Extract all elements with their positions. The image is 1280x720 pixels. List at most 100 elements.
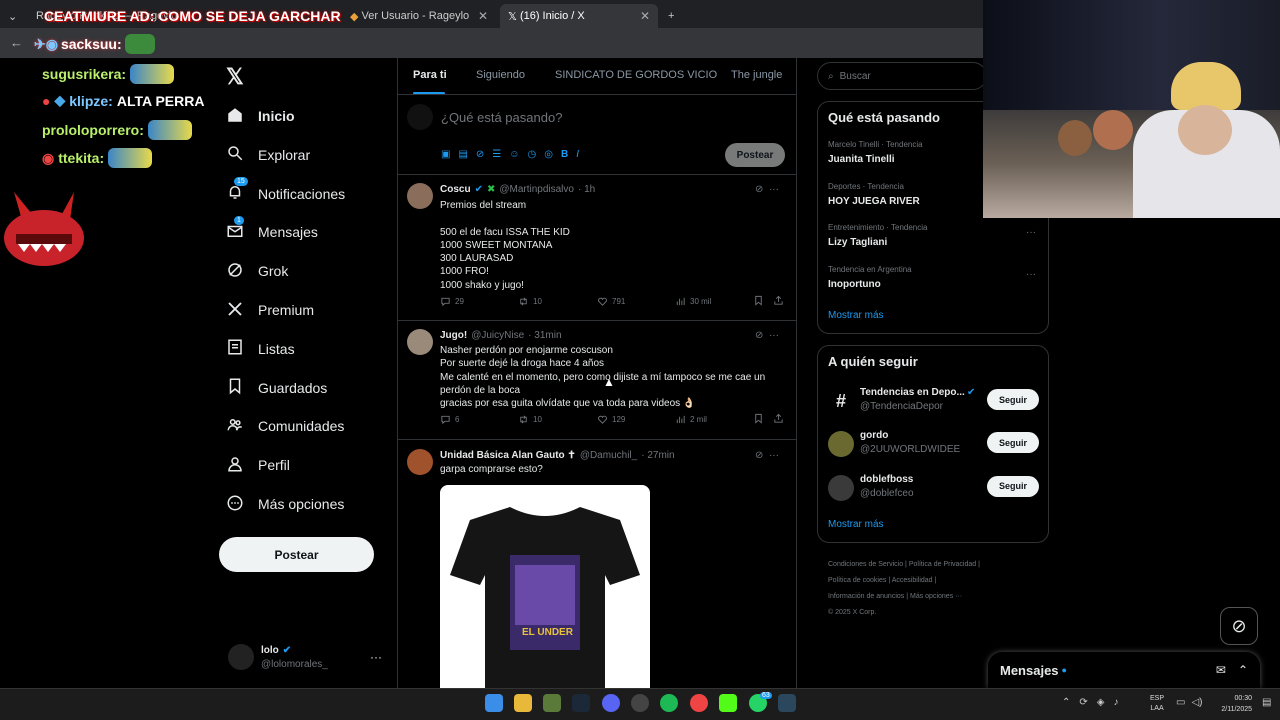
close-icon[interactable]: ✕ (640, 9, 650, 23)
chevron-up-icon[interactable]: ⌃ (1062, 697, 1070, 708)
sidebar-item-notificaciones[interactable]: 15 Notificaciones (226, 177, 345, 206)
footer-link[interactable]: Condiciones de Servicio (828, 561, 903, 568)
retweets-action[interactable]: 10 (518, 296, 542, 307)
account-name[interactable]: lolo ✔ (261, 645, 291, 656)
tweet-handle[interactable]: @Martinpdisalvo (499, 183, 574, 196)
emoji-icon[interactable]: ☺ (509, 149, 519, 160)
avatar[interactable] (407, 449, 433, 475)
app-icon[interactable] (543, 694, 561, 712)
notification-icon[interactable]: ▤ (1262, 697, 1271, 708)
footer-link[interactable]: Información de anuncios (828, 593, 904, 600)
tab-ver-usuario[interactable]: ◆ Ver Usuario - Rageylo ✕ (342, 4, 496, 28)
chrome-icon[interactable] (690, 694, 708, 712)
tab-menu-button[interactable]: ⌄ (0, 4, 26, 28)
language-indicator[interactable]: ESP LAA (1150, 694, 1164, 714)
new-tab-button[interactable]: + (660, 4, 684, 28)
sidebar-item-m-s-opciones[interactable]: Más opciones (226, 492, 344, 516)
bold-icon[interactable]: B (561, 149, 568, 160)
tweet-handle[interactable]: @JuicyNise (471, 329, 524, 342)
views-action[interactable]: 30 mil (675, 296, 711, 307)
volume-icon[interactable]: ◁) (1191, 697, 1202, 708)
discord-icon[interactable] (602, 694, 620, 712)
more-icon[interactable]: ··· (769, 450, 779, 461)
sidebar-item-inicio[interactable]: Inicio (226, 104, 295, 128)
italic-icon[interactable]: I (576, 149, 579, 160)
expand-icon[interactable]: ⌃ (1238, 663, 1248, 677)
likes-action[interactable]: 129 (597, 414, 625, 425)
views-action[interactable]: 2 mil (675, 414, 707, 425)
account-more-button[interactable]: ··· (370, 650, 382, 664)
x-logo-icon[interactable]: 𝕏 (226, 64, 244, 90)
network-icon[interactable]: ▭ (1176, 697, 1185, 708)
image-icon[interactable]: ▣ (441, 149, 450, 160)
trend-name[interactable]: HOY JUEGA RIVER (828, 196, 920, 207)
obs-icon[interactable] (631, 694, 649, 712)
sidebar-item-comunidades[interactable]: Comunidades (226, 414, 344, 438)
share-icon[interactable] (773, 295, 784, 308)
more-icon[interactable]: ··· (769, 330, 779, 341)
sidebar-item-premium[interactable]: Premium (226, 298, 314, 322)
gif-icon[interactable]: ▤ (458, 149, 467, 160)
tab-siguiendo[interactable]: Siguiendo (476, 69, 525, 81)
avatar[interactable] (407, 183, 433, 209)
shield-icon[interactable]: ◈ (1097, 697, 1105, 708)
sidebar-item-perfil[interactable]: Perfil (226, 453, 290, 477)
post-button[interactable]: Postear (219, 537, 374, 572)
tweet-time[interactable]: · 27min (641, 449, 674, 462)
avatar[interactable] (828, 474, 854, 501)
footer-link[interactable]: Política de Privacidad (909, 561, 976, 568)
avatar[interactable]: # (828, 388, 854, 414)
new-message-icon[interactable]: ✉ (1216, 663, 1226, 677)
steam-icon[interactable] (572, 694, 590, 712)
tab-sindicato[interactable]: SINDICATO DE GORDOS VICIO (555, 69, 717, 81)
kick-icon[interactable] (719, 694, 737, 712)
likes-action[interactable]: 791 (597, 296, 625, 307)
show-more-trends[interactable]: Mostrar más (828, 310, 884, 321)
search-input[interactable]: ⌕ Buscar (817, 62, 987, 90)
follow-name[interactable]: doblefboss (860, 474, 913, 485)
sidebar-item-grok[interactable]: Grok (226, 259, 288, 283)
tweet-time[interactable]: · 31min (528, 329, 561, 342)
sync-icon[interactable]: ⟳ (1079, 697, 1087, 708)
folder-icon[interactable] (514, 694, 532, 712)
sidebar-item-listas[interactable]: Listas (226, 337, 295, 361)
sidebar-item-explorar[interactable]: Explorar (226, 143, 310, 167)
footer-link[interactable]: Política de cookies (828, 577, 886, 584)
steam-icon[interactable] (778, 694, 796, 712)
back-icon[interactable]: ← (10, 35, 23, 50)
tweet-author[interactable]: Jugo! (440, 329, 467, 342)
more-icon[interactable]: ··· (1026, 269, 1036, 280)
footer-link[interactable]: Más opciones ··· (910, 593, 962, 600)
follow-button[interactable]: Seguir (987, 432, 1039, 454)
footer-link[interactable]: Accesibilidad (892, 577, 933, 584)
follow-button[interactable]: Seguir (987, 389, 1039, 410)
tweet-media-image[interactable]: EL UNDER (440, 485, 650, 688)
spotify-icon[interactable] (660, 694, 678, 712)
tab-inicio-x[interactable]: 𝕏 (16) Inicio / X ✕ (500, 4, 658, 28)
trend-name[interactable]: Juanita Tinelli (828, 154, 895, 165)
bookmark-icon[interactable] (753, 295, 764, 308)
grok-icon[interactable]: ⊘ (476, 149, 484, 160)
close-icon[interactable]: ✕ (478, 9, 488, 23)
sidebar-item-guardados[interactable]: Guardados (226, 376, 327, 400)
avatar[interactable] (407, 329, 433, 355)
start-icon[interactable] (485, 694, 503, 712)
poll-icon[interactable]: ☰ (492, 149, 501, 160)
clock[interactable]: 00:30 2/11/2025 (1212, 693, 1252, 715)
compose-post-button[interactable]: Postear (725, 143, 785, 167)
follow-button[interactable]: Seguir (987, 475, 1039, 497)
replies-action[interactable]: 6 (440, 414, 459, 425)
tab-para-ti[interactable]: Para ti (413, 69, 447, 81)
follow-name[interactable]: Tendencias en Depo... (860, 387, 965, 398)
follow-name[interactable]: gordo (860, 430, 888, 441)
grok-icon[interactable]: ⊘ (755, 330, 763, 341)
show-more-follow[interactable]: Mostrar más (828, 519, 884, 530)
retweets-action[interactable]: 10 (518, 414, 542, 425)
tweet-handle[interactable]: @Damuchil_ (580, 449, 637, 462)
more-icon[interactable]: ··· (769, 184, 779, 195)
more-icon[interactable]: ··· (1026, 227, 1036, 238)
location-icon[interactable]: ◎ (544, 149, 553, 160)
compose-input[interactable]: ¿Qué está pasando? (441, 110, 562, 125)
messages-drawer[interactable]: Mensajes ● ✉ ⌃ (988, 652, 1260, 688)
grok-icon[interactable]: ⊘ (755, 450, 763, 461)
